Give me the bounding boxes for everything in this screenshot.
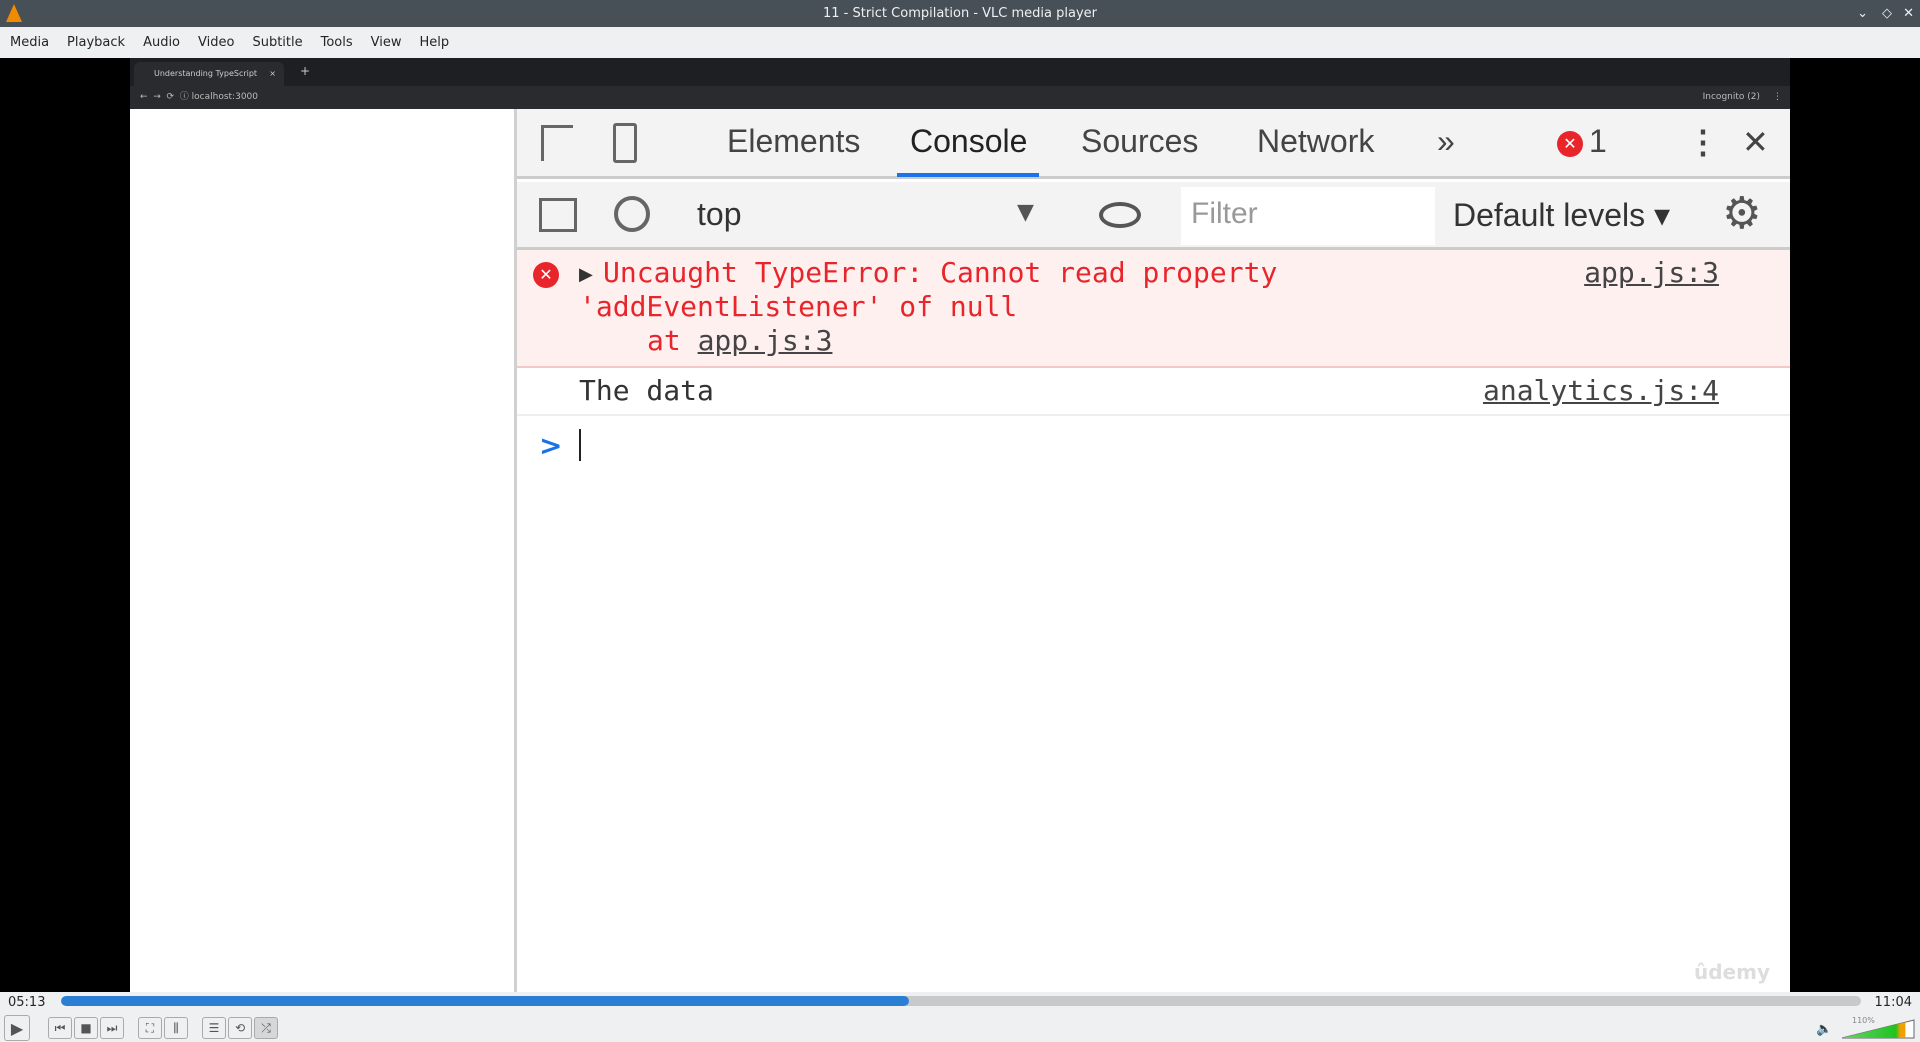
console-error-message: ✕ ▶ Uncaught TypeError: Cannot read prop… [517, 250, 1790, 368]
seek-row: 05:13 11:04 [0, 992, 1920, 1014]
sidebar-toggle-icon[interactable] [539, 198, 577, 232]
vlc-logo-icon [6, 4, 22, 22]
eye-icon[interactable] [1099, 202, 1141, 228]
udemy-watermark: ûdemy [1694, 960, 1770, 984]
console-log-message: The data analytics.js:4 [517, 368, 1790, 416]
clear-console-icon[interactable] [614, 196, 650, 232]
menu-help[interactable]: Help [414, 35, 462, 50]
loop-button[interactable]: ⟲ [228, 1017, 252, 1039]
error-text-line2: 'addEventListener' of null [579, 290, 1018, 323]
levels-label: Default levels [1453, 197, 1646, 233]
previous-button[interactable]: ⏮ [48, 1017, 72, 1039]
settings-gear-icon[interactable]: ⚙ [1722, 188, 1761, 239]
volume-slider[interactable]: 110% [1840, 1016, 1916, 1040]
console-toolbar: top ▼ Filter Default levels ▾ ⚙ [517, 182, 1790, 250]
tab-sources[interactable]: Sources [1081, 123, 1198, 160]
shuffle-button[interactable]: ⤮ [254, 1017, 278, 1039]
menu-playback[interactable]: Playback [61, 35, 137, 50]
menu-video[interactable]: Video [192, 35, 246, 50]
log-text: The data [579, 374, 714, 407]
url: localhost:3000 [191, 92, 258, 102]
next-button[interactable]: ⏭ [100, 1017, 124, 1039]
volume-triangle [1841, 1019, 1915, 1039]
window-title: 11 - Strict Compilation - VLC media play… [822, 6, 1097, 21]
stop-button[interactable]: ■ [74, 1017, 98, 1039]
dropdown-arrow-icon: ▼ [1017, 200, 1034, 225]
devtools-panel: Elements Console Sources Network » ✕ 1 ⋮… [514, 109, 1790, 992]
speaker-icon[interactable]: 🔈 [1816, 1022, 1832, 1037]
stack-link[interactable]: app.js:3 [698, 324, 833, 357]
menu-audio[interactable]: Audio [137, 35, 192, 50]
menu-icon: ⋮ [1773, 92, 1782, 102]
default-levels-select[interactable]: Default levels ▾ [1453, 196, 1670, 234]
inspect-icon [541, 125, 573, 161]
maximize-button[interactable]: ◇ [1882, 0, 1892, 27]
expand-triangle-icon[interactable]: ▶ [579, 264, 593, 285]
error-count[interactable]: 1 [1589, 123, 1607, 160]
at-label: at [647, 324, 681, 357]
play-button[interactable]: ▶ [4, 1015, 30, 1041]
menu-bar: Media Playback Audio Video Subtitle Tool… [0, 27, 1920, 58]
tab-elements[interactable]: Elements [727, 123, 860, 160]
tab-console[interactable]: Console [910, 123, 1027, 160]
console-input[interactable] [579, 429, 581, 461]
minimize-button[interactable]: ⌄ [1857, 0, 1868, 27]
fullscreen-button[interactable]: ⛶ [138, 1017, 162, 1039]
browser-tab-bar: Understanding TypeScript × + [130, 58, 1790, 86]
context-select[interactable]: top [697, 196, 741, 233]
video-area[interactable]: Understanding TypeScript × + ← → ⟳ ⓘ loca… [0, 58, 1920, 992]
nav-icons: ← → ⟳ ⓘ [140, 92, 192, 102]
total-time: 11:04 [1874, 995, 1912, 1010]
menu-view[interactable]: View [365, 35, 414, 50]
new-tab-icon: + [300, 64, 311, 78]
title-bar: 11 - Strict Compilation - VLC media play… [0, 0, 1920, 27]
close-tab-icon: × [269, 69, 276, 78]
tab-network[interactable]: Network [1257, 123, 1374, 160]
playlist-button[interactable]: ☰ [202, 1017, 226, 1039]
profile-label: Incognito (2) [1702, 92, 1760, 102]
more-tabs-icon[interactable]: » [1437, 123, 1455, 160]
menu-subtitle[interactable]: Subtitle [246, 35, 314, 50]
console-prompt-icon: > [539, 429, 563, 462]
video-frame: Understanding TypeScript × + ← → ⟳ ⓘ loca… [130, 58, 1790, 992]
elapsed-time: 05:13 [8, 995, 46, 1010]
device-icon [613, 123, 637, 163]
menu-media[interactable]: Media [4, 35, 61, 50]
error-source-link[interactable]: app.js:3 [1584, 256, 1719, 289]
menu-tools[interactable]: Tools [315, 35, 365, 50]
tab-title: Understanding TypeScript [154, 69, 258, 78]
active-tab-indicator [897, 173, 1039, 177]
address-bar: ← → ⟳ ⓘ localhost:3000 Incognito (2) ⋮ [130, 86, 1790, 109]
seek-progress [61, 996, 909, 1006]
log-source-link[interactable]: analytics.js:4 [1483, 374, 1719, 407]
kebab-menu-icon[interactable]: ⋮ [1687, 123, 1719, 161]
browser-tab: Understanding TypeScript × [134, 62, 284, 86]
close-button[interactable]: ✕ [1903, 0, 1914, 27]
error-stack: at app.js:3 [647, 324, 832, 357]
close-devtools-icon[interactable]: ✕ [1742, 123, 1769, 161]
extended-settings-button[interactable]: ⫼ [164, 1017, 188, 1039]
filter-input[interactable]: Filter [1181, 187, 1435, 245]
devtools-toolbar: Elements Console Sources Network » ✕ 1 ⋮… [517, 109, 1790, 179]
seek-bar[interactable] [61, 996, 1861, 1006]
controls-bar: ▶ ⏮ ■ ⏭ ⛶ ⫼ ☰ ⟲ ⤮ 🔈 110% [0, 1014, 1920, 1042]
error-icon: ✕ [1557, 131, 1583, 157]
error-icon: ✕ [533, 262, 559, 288]
error-text-line1: Uncaught TypeError: Cannot read property [603, 256, 1278, 289]
